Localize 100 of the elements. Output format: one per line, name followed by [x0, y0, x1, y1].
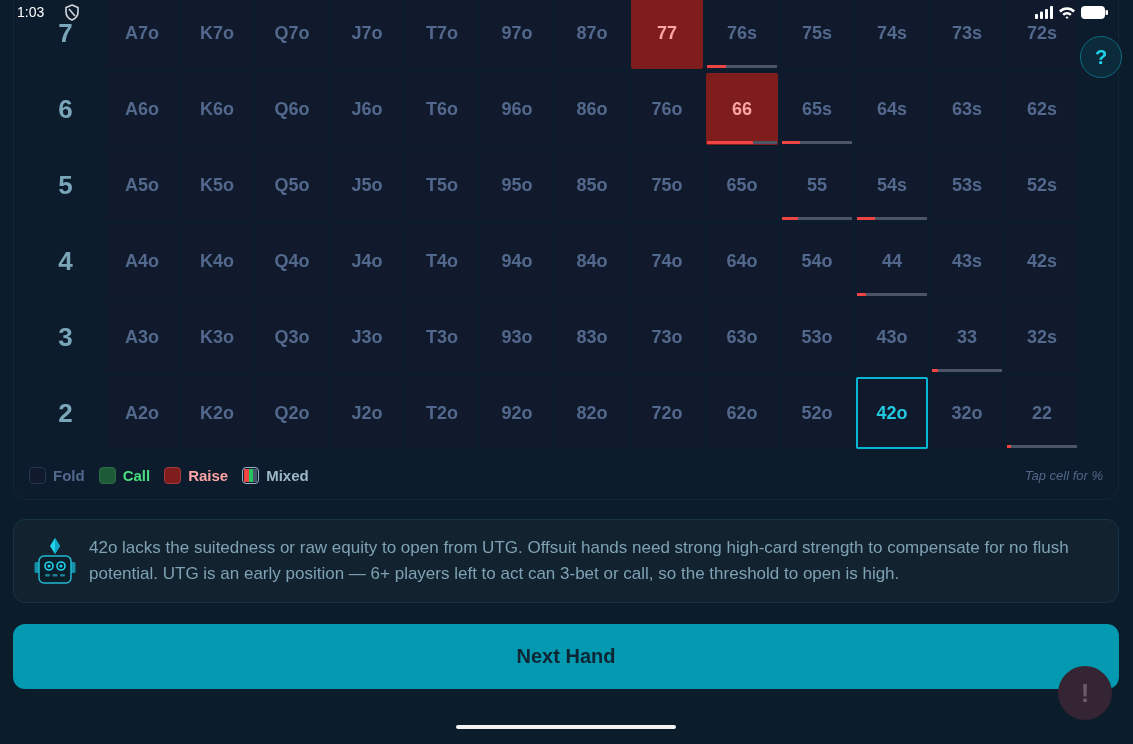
hand-cell[interactable]: 63s [931, 73, 1003, 145]
hand-cell[interactable]: 42o [856, 377, 928, 449]
legend-label: Fold [53, 467, 85, 484]
hand-cell[interactable]: 95o [481, 149, 553, 221]
hand-cell[interactable]: 75s [781, 0, 853, 69]
row-rank-label: 2 [58, 400, 73, 426]
striped-swatch-icon [242, 467, 260, 484]
swatch-icon [29, 467, 46, 484]
row-rank-label: 4 [58, 248, 73, 274]
hand-cell[interactable]: 63o [706, 301, 778, 373]
hand-cell[interactable]: A5o [106, 149, 178, 221]
hand-cell[interactable]: J3o [331, 301, 403, 373]
hand-cell[interactable]: K2o [181, 377, 253, 449]
hand-cell[interactable]: A4o [106, 225, 178, 297]
hand-cell[interactable]: 52o [781, 377, 853, 449]
hand-cell[interactable]: Q3o [256, 301, 328, 373]
hand-cell[interactable]: 54o [781, 225, 853, 297]
hand-cell[interactable]: 86o [556, 73, 628, 145]
hand-cell[interactable]: T5o [406, 149, 478, 221]
hand-cell[interactable]: A6o [106, 73, 178, 145]
grid-hint: Tap cell for % [1024, 468, 1103, 483]
hand-cell[interactable]: 74o [631, 225, 703, 297]
hand-cell[interactable]: 93o [481, 301, 553, 373]
hand-cell[interactable]: Q7o [256, 0, 328, 69]
legend-label: Call [122, 467, 151, 484]
legend-label: Mixed [266, 467, 309, 484]
hand-cell[interactable]: 84o [556, 225, 628, 297]
hand-cell[interactable]: 76o [631, 73, 703, 145]
hand-cell[interactable]: T6o [406, 73, 478, 145]
hand-cell[interactable]: 44 [856, 225, 928, 297]
hand-cell[interactable]: Q2o [256, 377, 328, 449]
wifi-icon [1059, 5, 1075, 19]
hand-cell[interactable]: 32s [1006, 301, 1078, 373]
hand-cell[interactable]: 64s [856, 73, 928, 145]
hand-cell[interactable]: J5o [331, 149, 403, 221]
row-rank-label: 3 [58, 324, 73, 350]
signal-icon [1035, 5, 1053, 19]
hand-cell[interactable]: 94o [481, 225, 553, 297]
swatch-icon [98, 467, 116, 484]
hand-cell[interactable]: T7o [406, 0, 478, 69]
hand-cell[interactable]: 43s [931, 225, 1003, 297]
hand-cell[interactable]: 75o [631, 149, 703, 221]
hand-cell[interactable]: 32o [931, 377, 1003, 449]
row-rank-label: 5 [58, 172, 73, 198]
hand-cell[interactable]: 42s [1006, 225, 1078, 297]
shield-icon [65, 3, 80, 21]
hand-cell[interactable]: 97o [481, 0, 553, 69]
hand-cell[interactable]: 53o [781, 301, 853, 373]
hand-cell[interactable]: 72s [1006, 0, 1078, 69]
hand-cell[interactable]: 73s [931, 0, 1003, 69]
hand-cell[interactable]: Q6o [256, 73, 328, 145]
hand-cell[interactable]: 33 [931, 301, 1003, 373]
legend-label: Raise [188, 467, 229, 484]
hand-cell[interactable]: J7o [331, 0, 403, 69]
hand-cell[interactable]: Q5o [256, 149, 328, 221]
hand-cell[interactable]: K5o [181, 149, 253, 221]
hand-cell[interactable]: 55 [781, 149, 853, 221]
hand-cell[interactable]: 62s [1006, 73, 1078, 145]
hand-cell[interactable]: 72o [631, 377, 703, 449]
hand-cell[interactable]: K7o [181, 0, 253, 69]
hand-cell[interactable]: 85o [556, 149, 628, 221]
hand-cell[interactable]: 76s [706, 0, 778, 69]
hand-cell[interactable]: T2o [406, 377, 478, 449]
hand-cell[interactable]: 77 [631, 0, 703, 69]
hand-cell[interactable]: 22 [1006, 377, 1078, 449]
hand-cell[interactable]: J2o [331, 377, 403, 449]
explanation-text: 42o lacks the suitedness or raw equity to open from UTG. Offsuit hands need strong high-card strength to compensate for no flush potential. UTG is an early position — 6+ players left to act can 3-bet or call, so the threshold to open is high. [89, 537, 1070, 585]
hand-cell[interactable]: 66 [706, 73, 778, 145]
status-time: 1:03 [17, 4, 45, 20]
hand-cell[interactable]: 53s [931, 149, 1003, 221]
hand-cell[interactable]: 83o [556, 301, 628, 373]
hand-cell[interactable]: A2o [106, 377, 178, 449]
hand-cell[interactable]: 64o [706, 225, 778, 297]
hand-cell[interactable]: K3o [181, 301, 253, 373]
hand-cell[interactable]: 65o [706, 149, 778, 221]
hand-cell[interactable]: Q4o [256, 225, 328, 297]
swatch-icon [164, 467, 182, 484]
hand-cell[interactable]: 65s [781, 73, 853, 145]
hand-cell[interactable]: 82o [556, 377, 628, 449]
hand-cell[interactable]: 96o [481, 73, 553, 145]
hand-cell[interactable]: 74s [856, 0, 928, 69]
feedback-button[interactable]: ! [1058, 666, 1112, 720]
hand-cell[interactable]: T4o [406, 225, 478, 297]
hand-cell[interactable]: 62o [706, 377, 778, 449]
hand-cell[interactable]: 43o [856, 301, 928, 373]
hand-cell[interactable]: 87o [556, 0, 628, 69]
hand-cell[interactable]: 92o [481, 377, 553, 449]
hand-cell[interactable]: A3o [106, 301, 178, 373]
hand-cell[interactable]: J4o [331, 225, 403, 297]
row-rank-label: 7 [58, 20, 73, 46]
hand-cell[interactable]: 54s [856, 149, 928, 221]
hand-cell[interactable]: K4o [181, 225, 253, 297]
hand-cell[interactable]: T3o [406, 301, 478, 373]
hand-cell[interactable]: K6o [181, 73, 253, 145]
robot-icon [34, 538, 76, 584]
row-rank-label: 6 [58, 96, 73, 122]
hand-cell[interactable]: 52s [1006, 149, 1078, 221]
hand-cell[interactable]: J6o [331, 73, 403, 145]
hand-cell[interactable]: A7o [106, 0, 178, 69]
hand-cell[interactable]: 73o [631, 301, 703, 373]
